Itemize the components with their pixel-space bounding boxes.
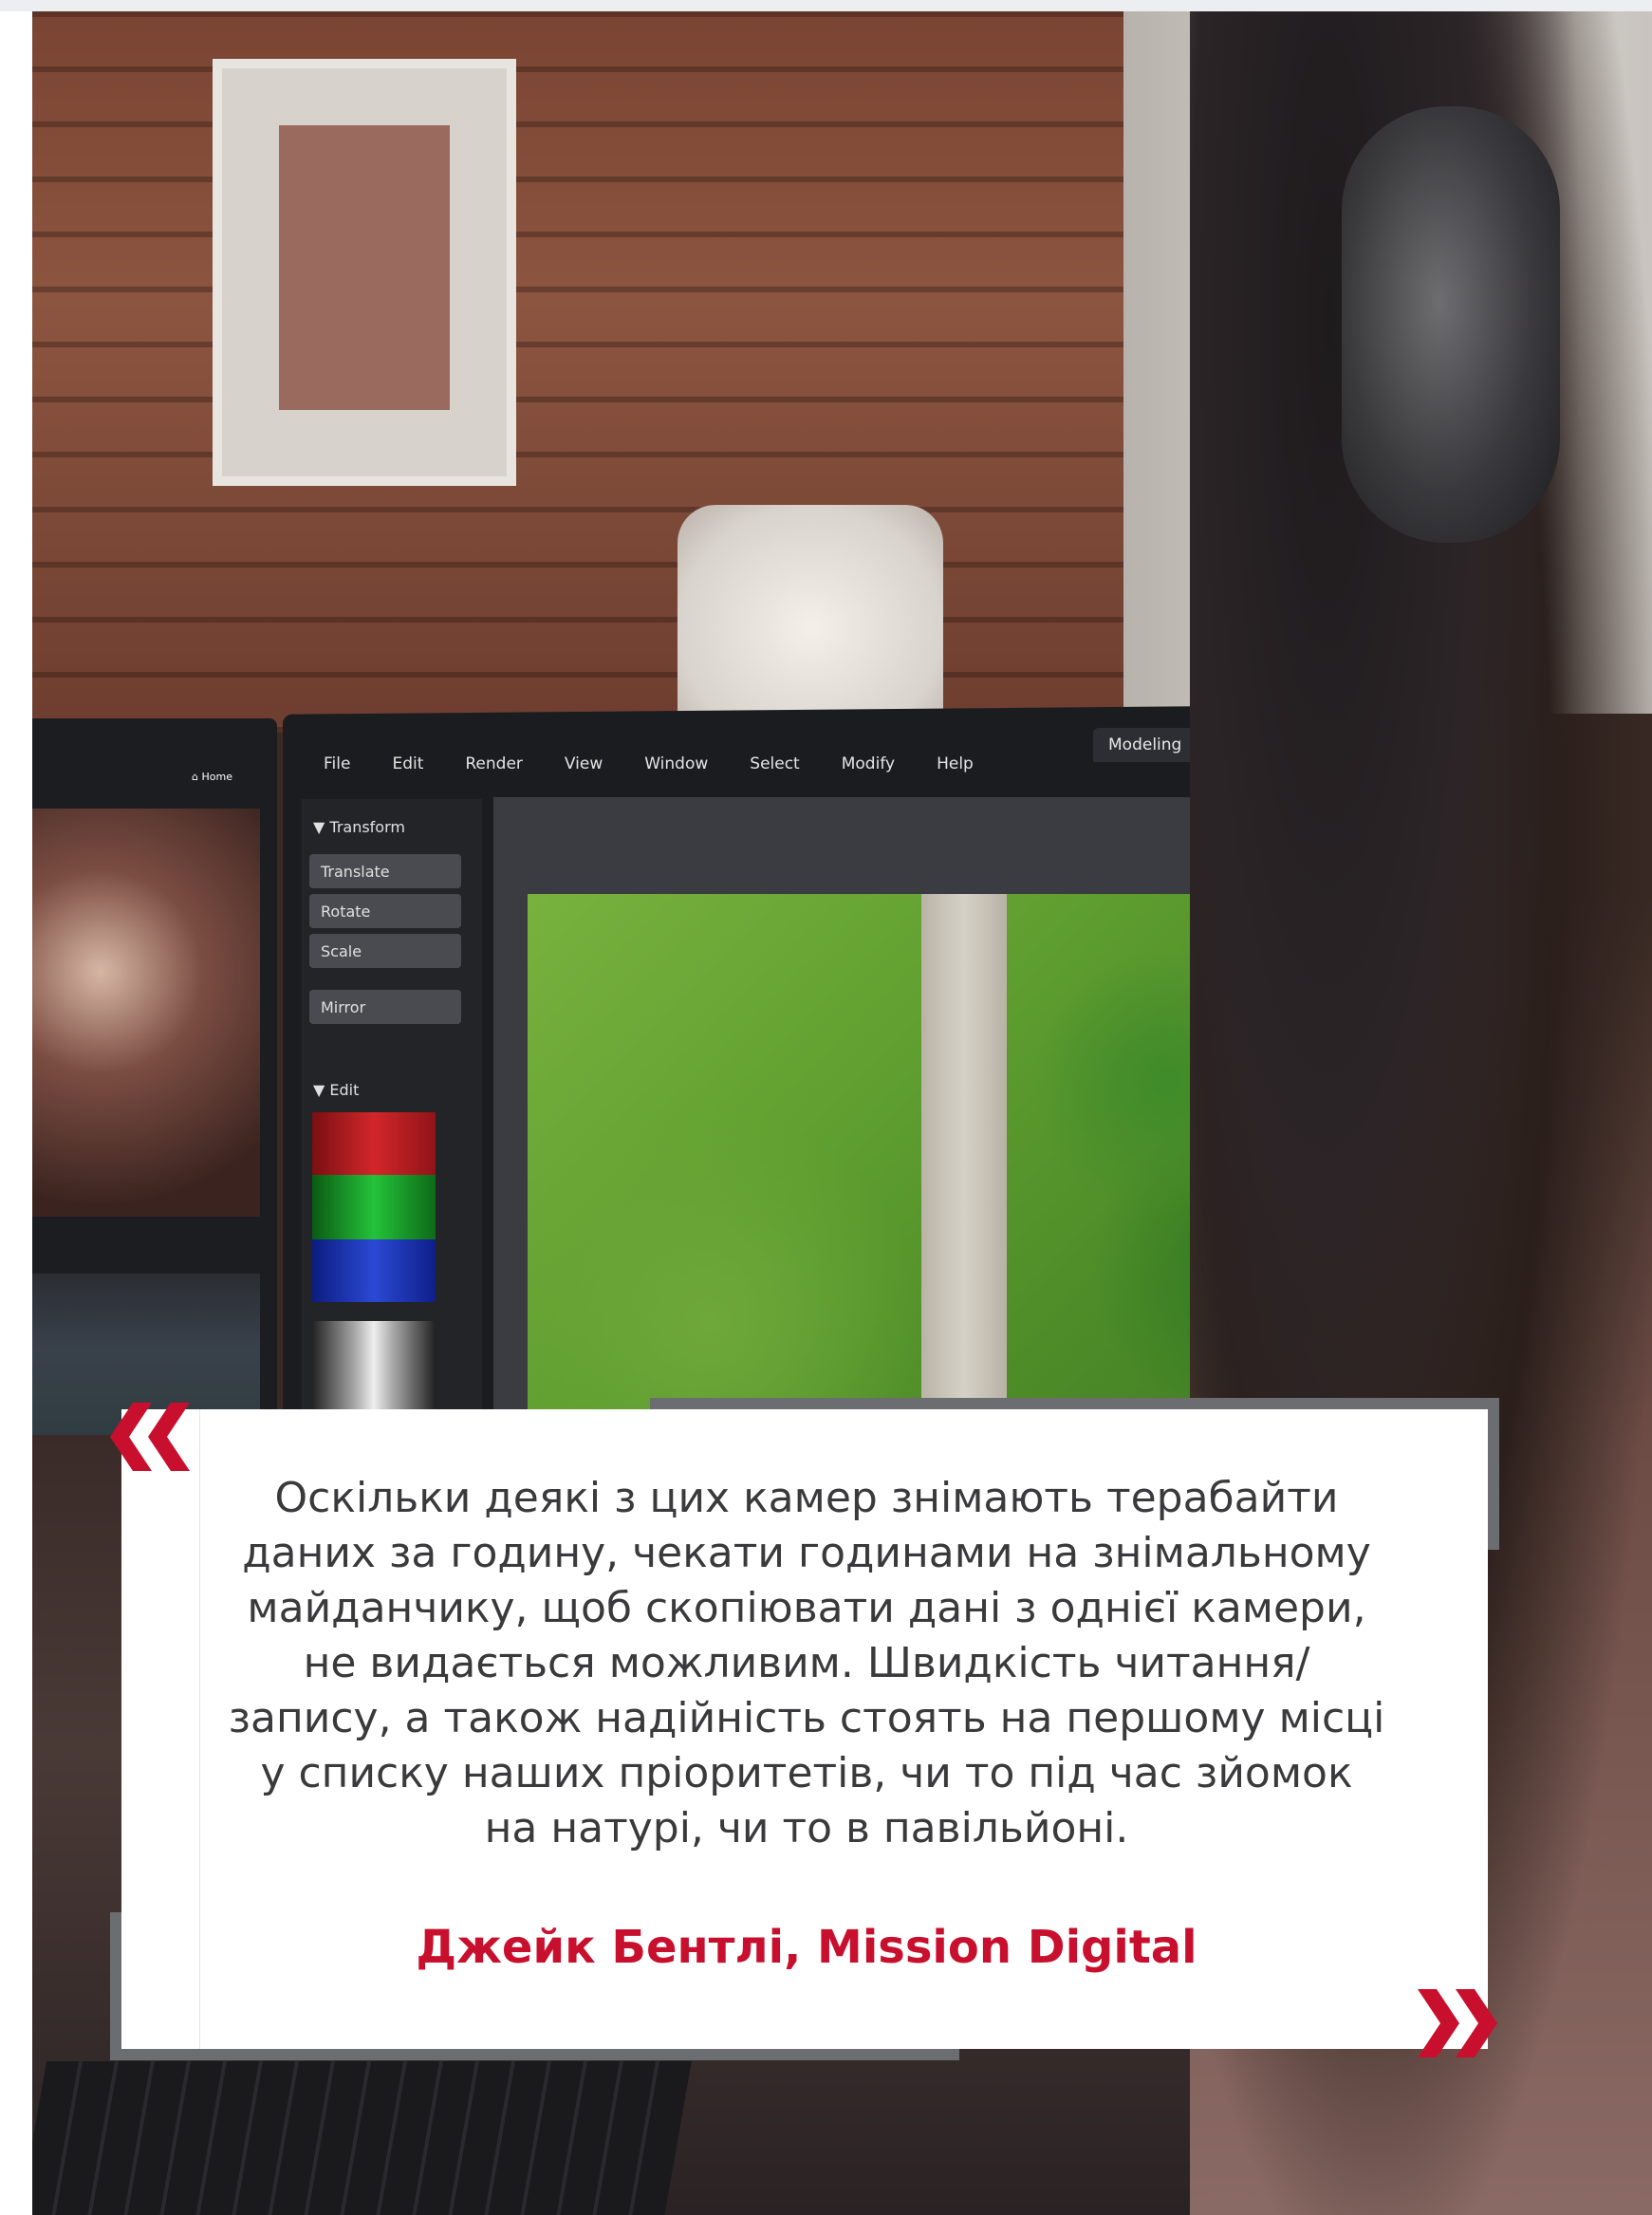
rgb-histogram	[312, 1112, 436, 1302]
card-border-right	[1488, 1398, 1499, 1550]
quote-line: запису, а також надійність стоять на пер…	[228, 1694, 1385, 1742]
menu-select: Select	[750, 754, 800, 773]
menu-modify: Modify	[841, 754, 896, 773]
quote-line: Оскільки деякі з цих камер знімають тера…	[274, 1474, 1339, 1522]
wall-picture-frame	[213, 59, 516, 486]
home-icon: ⌂	[192, 771, 198, 783]
menu-view: View	[564, 754, 603, 773]
left-monitor-home-label: ⌂ Home	[192, 771, 232, 783]
rotate-button: Rotate	[309, 894, 461, 928]
transform-heading: ▼ Transform	[313, 818, 405, 836]
menu-window: Window	[644, 754, 709, 773]
aerial-road	[921, 894, 1007, 1430]
home-label: Home	[201, 771, 232, 783]
card-border-top	[650, 1398, 1499, 1409]
quote-author: Джейк Бентлі, Mission Digital	[416, 1921, 1197, 1974]
card-border-bottom	[110, 2049, 959, 2060]
left-monitor-screen	[32, 809, 260, 1217]
card-border-left	[110, 1912, 121, 2060]
headphone	[1342, 106, 1560, 543]
translate-button: Translate	[309, 854, 461, 888]
modeling-tab: Modeling	[1093, 728, 1197, 762]
quote-line: майданчику, щоб скопіювати дані з однієї…	[247, 1584, 1366, 1632]
edit-heading: ▼ Edit	[313, 1081, 360, 1099]
scale-button: Scale	[309, 934, 461, 968]
quote-line: не видається можливим. Швидкість читання…	[303, 1639, 1310, 1687]
quote-close-icon	[1418, 1989, 1497, 2057]
blue-channel	[312, 1239, 436, 1302]
red-channel	[312, 1112, 436, 1175]
monitor-menubar: File Edit Render View Window Select Modi…	[303, 742, 994, 786]
menu-edit: Edit	[392, 754, 424, 773]
menu-file: File	[324, 754, 351, 773]
quote-line: даних за годину, чекати годинами на знім…	[242, 1529, 1371, 1577]
menu-help: Help	[937, 754, 974, 773]
keyboard	[32, 2061, 692, 2215]
quote-line: у списку наших пріоритетів, чи то під ча…	[260, 1749, 1353, 1797]
quote-line: на натурі, чи то в павільйоні.	[484, 1804, 1129, 1852]
green-channel	[312, 1175, 436, 1239]
wall-picture	[279, 125, 450, 410]
menu-render: Render	[465, 754, 523, 773]
top-strip	[0, 0, 1652, 11]
mirror-button: Mirror	[309, 990, 461, 1024]
quote-text: Оскільки деякі з цих камер знімають тера…	[190, 1471, 1423, 1856]
quote-open-icon	[110, 1403, 190, 1471]
